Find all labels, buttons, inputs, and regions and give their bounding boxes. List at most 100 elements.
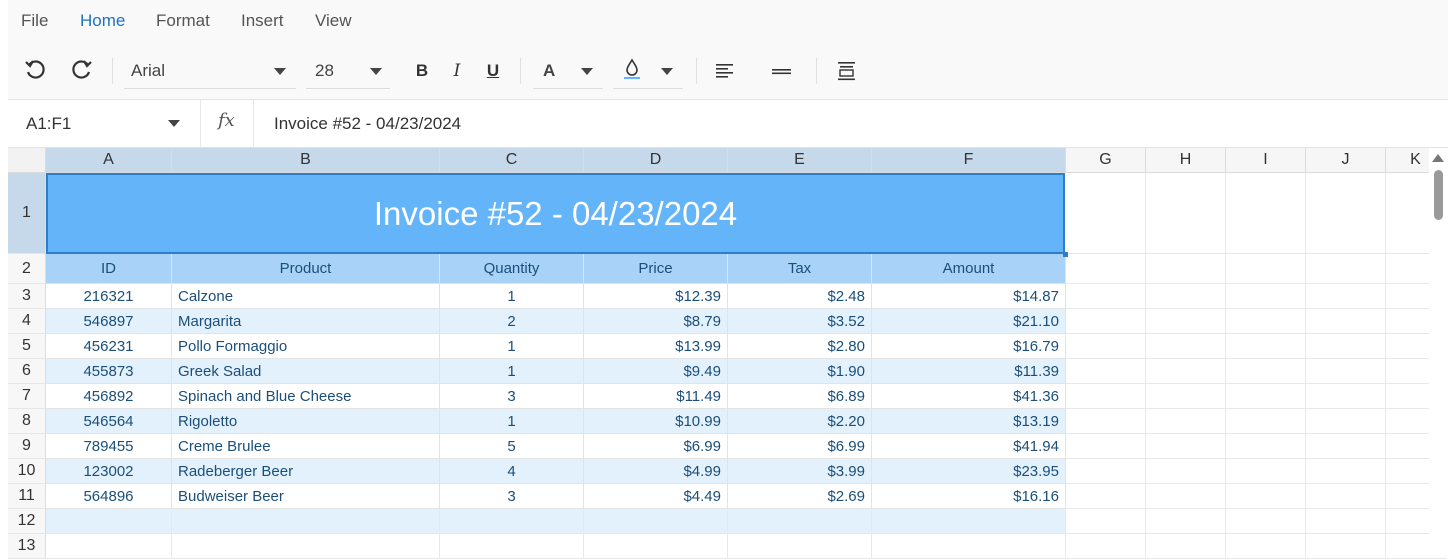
cell[interactable]: [46, 534, 172, 559]
column-header[interactable]: J: [1306, 148, 1386, 173]
row-header[interactable]: 4: [8, 309, 46, 334]
table-cell[interactable]: Pollo Formaggio: [172, 334, 440, 359]
table-cell[interactable]: 564896: [46, 484, 172, 509]
menu-file[interactable]: File: [21, 11, 48, 31]
table-cell[interactable]: $11.39: [872, 359, 1066, 384]
cell[interactable]: [1146, 459, 1226, 484]
cell[interactable]: [1226, 434, 1306, 459]
cell[interactable]: [1066, 409, 1146, 434]
selection-handle[interactable]: [1063, 252, 1068, 257]
scrollbar-thumb[interactable]: [1434, 170, 1443, 220]
column-header[interactable]: C: [440, 148, 584, 173]
cell[interactable]: [1306, 309, 1386, 334]
table-cell[interactable]: $16.16: [872, 484, 1066, 509]
table-cell[interactable]: 2: [440, 309, 584, 334]
column-header[interactable]: H: [1146, 148, 1226, 173]
column-header[interactable]: A: [46, 148, 172, 173]
table-cell[interactable]: $6.99: [728, 434, 872, 459]
cell[interactable]: [440, 534, 584, 559]
row-header[interactable]: 5: [8, 334, 46, 359]
table-cell[interactable]: 1: [440, 284, 584, 309]
table-cell[interactable]: $3.99: [728, 459, 872, 484]
table-cell[interactable]: Budweiser Beer: [172, 484, 440, 509]
cell[interactable]: [1306, 484, 1386, 509]
table-cell[interactable]: Greek Salad: [172, 359, 440, 384]
table-cell[interactable]: $2.48: [728, 284, 872, 309]
column-header[interactable]: B: [172, 148, 440, 173]
table-cell[interactable]: 789455: [46, 434, 172, 459]
cell[interactable]: [584, 509, 728, 534]
cell[interactable]: [1226, 409, 1306, 434]
undo-icon[interactable]: [22, 57, 48, 83]
table-cell[interactable]: 456892: [46, 384, 172, 409]
cell[interactable]: [1226, 459, 1306, 484]
cell[interactable]: [1066, 359, 1146, 384]
cell[interactable]: [1146, 484, 1226, 509]
cell[interactable]: [1306, 534, 1386, 559]
table-cell[interactable]: Radeberger Beer: [172, 459, 440, 484]
table-cell[interactable]: 3: [440, 484, 584, 509]
cell[interactable]: [1226, 484, 1306, 509]
cell[interactable]: [1306, 434, 1386, 459]
column-header[interactable]: I: [1226, 148, 1306, 173]
fill-color-button[interactable]: [613, 54, 683, 89]
table-cell[interactable]: $8.79: [584, 309, 728, 334]
table-cell[interactable]: $10.99: [584, 409, 728, 434]
table-cell[interactable]: 455873: [46, 359, 172, 384]
table-cell[interactable]: Calzone: [172, 284, 440, 309]
table-cell[interactable]: 456231: [46, 334, 172, 359]
row-header[interactable]: 7: [8, 384, 46, 409]
menu-view[interactable]: View: [315, 11, 352, 31]
font-color-button[interactable]: A: [533, 54, 603, 89]
cell[interactable]: [728, 534, 872, 559]
row-header[interactable]: 11: [8, 484, 46, 509]
cell[interactable]: [1226, 384, 1306, 409]
table-cell[interactable]: $6.89: [728, 384, 872, 409]
table-cell[interactable]: 3: [440, 384, 584, 409]
table-cell[interactable]: $2.20: [728, 409, 872, 434]
cell[interactable]: [872, 509, 1066, 534]
cell[interactable]: [1306, 459, 1386, 484]
table-cell[interactable]: 546564: [46, 409, 172, 434]
formula-input[interactable]: Invoice #52 - 04/23/2024: [274, 114, 461, 134]
font-size-select[interactable]: 28: [306, 54, 390, 89]
bold-button[interactable]: B: [407, 56, 437, 86]
table-cell[interactable]: 1: [440, 359, 584, 384]
cell[interactable]: [1306, 409, 1386, 434]
cell[interactable]: [1066, 509, 1146, 534]
cell[interactable]: [1226, 309, 1306, 334]
table-cell[interactable]: 546897: [46, 309, 172, 334]
table-cell[interactable]: $13.99: [584, 334, 728, 359]
cell[interactable]: [1306, 334, 1386, 359]
table-cell[interactable]: $14.87: [872, 284, 1066, 309]
wrap-text-icon[interactable]: [834, 58, 860, 84]
cell[interactable]: [1146, 534, 1226, 559]
cell[interactable]: [1066, 434, 1146, 459]
redo-icon[interactable]: [69, 57, 95, 83]
cell[interactable]: [1066, 534, 1146, 559]
table-cell[interactable]: 123002: [46, 459, 172, 484]
column-header[interactable]: E: [728, 148, 872, 173]
table-cell[interactable]: 1: [440, 409, 584, 434]
cell[interactable]: [1146, 509, 1226, 534]
table-cell[interactable]: $9.49: [584, 359, 728, 384]
row-header[interactable]: 2: [8, 254, 46, 284]
cell[interactable]: [46, 509, 172, 534]
column-header[interactable]: G: [1066, 148, 1146, 173]
menu-insert[interactable]: Insert: [241, 11, 284, 31]
cell[interactable]: [1146, 434, 1226, 459]
cell[interactable]: [172, 509, 440, 534]
cell[interactable]: [1146, 334, 1226, 359]
cell[interactable]: [1066, 309, 1146, 334]
table-cell[interactable]: $6.99: [584, 434, 728, 459]
scroll-up-arrow-icon[interactable]: [1432, 154, 1444, 162]
cell[interactable]: [1066, 334, 1146, 359]
table-cell[interactable]: $41.94: [872, 434, 1066, 459]
cell[interactable]: [1066, 254, 1146, 284]
table-cell[interactable]: $2.69: [728, 484, 872, 509]
table-cell[interactable]: $12.39: [584, 284, 728, 309]
row-header[interactable]: 13: [8, 534, 46, 559]
row-header[interactable]: 9: [8, 434, 46, 459]
column-header[interactable]: D: [584, 148, 728, 173]
cell[interactable]: [1146, 409, 1226, 434]
